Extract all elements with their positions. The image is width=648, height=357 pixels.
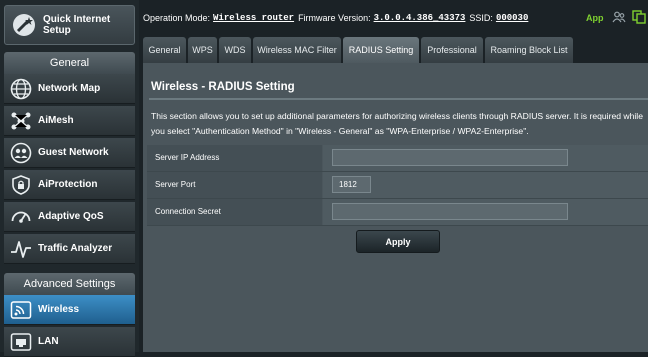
sidebar-item-label: AiProtection [38,179,98,190]
connection-secret-label: Connection Secret [147,199,322,225]
sidebar-item-label: Guest Network [38,147,109,158]
server-port-label: Server Port [147,172,322,198]
sidebar-item-traffic-analyzer[interactable]: Traffic Analyzer [4,234,135,264]
general-header: General [4,52,135,74]
description-line: This section allows you to set up additi… [151,111,643,121]
description-line: you select "Authentication Method" in "W… [151,126,529,136]
app-link[interactable]: App [586,13,604,23]
server-port-input[interactable] [332,176,371,193]
tab-general[interactable]: General [143,37,186,63]
tab-radius-setting[interactable]: RADIUS Setting [343,37,419,63]
ssid-link[interactable]: 000030 [496,13,528,23]
sidebar-item-label: AiMesh [38,115,74,126]
users-icon[interactable] [612,10,626,24]
main-panel: Wireless - RADIUS Setting This section a… [143,63,648,352]
ssid-label: SSID: [469,13,493,23]
sidebar: Quick Internet Setup General Network Map … [0,0,139,357]
tab-professional[interactable]: Professional [421,37,483,63]
quick-internet-setup-label: Quick Internet Setup [43,14,111,36]
form-row-server-port: Server Port [147,172,648,199]
status-bar: Operation Mode: Wireless router Firmware… [143,5,648,31]
aiprotection-icon [12,174,30,195]
sidebar-item-wireless[interactable]: Wireless [4,295,135,325]
page-description: This section allows you to set up additi… [151,109,648,139]
server-ip-input[interactable] [332,149,568,166]
usb-copy-icon[interactable] [632,10,646,24]
sidebar-item-label: Traffic Analyzer [38,243,113,254]
firmware-version-link[interactable]: 3.0.0.4.386_43373 [374,13,466,23]
connection-secret-input[interactable] [332,203,568,220]
guest-network-icon [10,142,32,163]
title-divider [149,98,648,100]
sidebar-item-label: Network Map [38,83,101,94]
traffic-analyzer-icon [11,240,31,258]
operation-mode-link[interactable]: Wireless router [213,13,294,23]
tab-wps[interactable]: WPS [188,37,217,63]
sidebar-item-adaptive-qos[interactable]: Adaptive QoS [4,202,135,232]
server-ip-label: Server IP Address [147,145,322,171]
form-row-server-ip: Server IP Address [147,145,648,172]
aimesh-icon [11,112,31,129]
sidebar-item-network-map[interactable]: Network Map [4,74,135,104]
page-title: Wireless - RADIUS Setting [151,81,295,93]
tab-wds[interactable]: WDS [219,37,251,63]
sidebar-item-guest-network[interactable]: Guest Network [4,138,135,168]
sidebar-item-aimesh[interactable]: AiMesh [4,106,135,136]
sidebar-item-label: LAN [38,336,59,347]
tab-roaming-block-list[interactable]: Roaming Block List [485,37,573,63]
tab-bar: General WPS WDS Wireless MAC Filter RADI… [143,37,575,63]
radius-settings-form: Server IP Address Server Port Connection… [147,145,648,226]
wand-icon [13,14,35,36]
quick-internet-setup-button[interactable]: Quick Internet Setup [4,5,135,45]
lan-icon [10,332,32,351]
firmware-label: Firmware Version: [298,13,371,23]
tab-wireless-mac-filter[interactable]: Wireless MAC Filter [253,37,341,63]
sidebar-item-lan[interactable]: LAN [4,327,135,357]
sidebar-item-label: Adaptive QoS [38,211,104,222]
advanced-settings-header: Advanced Settings [4,273,135,295]
apply-button[interactable]: Apply [356,230,440,253]
adaptive-qos-icon [11,211,31,223]
sidebar-item-aiprotection[interactable]: AiProtection [4,170,135,200]
network-map-icon [10,78,32,99]
wireless-icon [10,300,32,319]
operation-mode-label: Operation Mode: [143,13,211,23]
sidebar-item-label: Wireless [38,304,80,315]
form-row-connection-secret: Connection Secret [147,199,648,226]
